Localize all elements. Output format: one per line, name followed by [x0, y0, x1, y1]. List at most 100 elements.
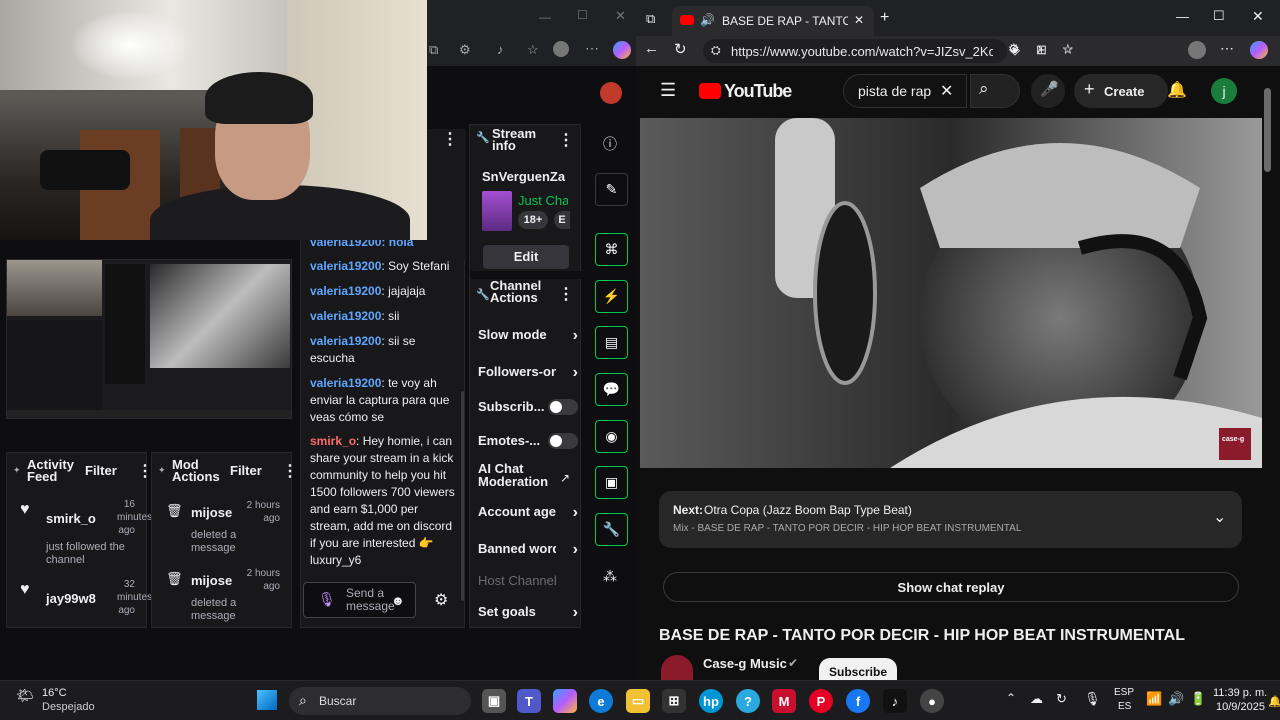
info-icon[interactable]: ⓘ	[603, 134, 617, 154]
tag-age[interactable]: 18+	[518, 211, 548, 229]
mod-user[interactable]: mijose	[191, 505, 232, 520]
apps-icon[interactable]: ⊞	[1036, 42, 1047, 58]
chat-settings-icon[interactable]: ⚙	[434, 590, 448, 610]
security-shield-icon[interactable]: M	[772, 689, 796, 713]
set-goals-row[interactable]: Set goals ›	[478, 604, 578, 621]
language-primary[interactable]: ESP	[1114, 687, 1134, 698]
activity-filter-button[interactable]: Filter	[85, 463, 117, 478]
weather-temp[interactable]: 16°C	[42, 687, 67, 699]
facebook-icon[interactable]: f	[846, 689, 870, 713]
emotes-toggle[interactable]	[548, 433, 578, 449]
tab-actions-icon[interactable]: ⧉	[646, 11, 655, 27]
chevron-down-icon[interactable]: ⌄	[1213, 507, 1226, 527]
chat-username[interactable]: valeria19200	[310, 284, 381, 298]
lightning-icon[interactable]: ⚡	[595, 280, 628, 313]
chat-username[interactable]: valeria19200	[310, 376, 381, 390]
file-explorer-icon[interactable]: ▭	[626, 689, 650, 713]
profile-avatar[interactable]	[553, 41, 569, 57]
search-button[interactable]	[970, 74, 1020, 108]
category-name[interactable]: Just Chat	[518, 193, 568, 208]
battery-icon[interactable]: 🔋	[1190, 691, 1206, 707]
mic-tray-icon[interactable]: 🎙	[1084, 691, 1101, 707]
volume-icon[interactable]: 🔊	[1168, 691, 1184, 707]
channel-name[interactable]: Case-g Music	[703, 656, 787, 671]
close-icon[interactable]: ✕	[615, 8, 626, 24]
chat-more-icon[interactable]: ⋮	[442, 129, 458, 149]
hp-icon[interactable]: hp	[699, 689, 723, 713]
clock-date[interactable]: 10/9/2025	[1216, 701, 1265, 713]
window-maximize-icon[interactable]: ☐	[1213, 8, 1225, 24]
mic-icon[interactable]: 🎙	[318, 591, 336, 608]
subscribers-toggle[interactable]	[548, 399, 578, 415]
tab-close-icon[interactable]: ✕	[854, 13, 864, 27]
mod-more-icon[interactable]: ⋮	[282, 461, 298, 481]
tag-extra[interactable]: E	[554, 211, 570, 229]
maximize-icon[interactable]: ☐	[577, 8, 588, 22]
camera-icon[interactable]: ⌘	[595, 233, 628, 266]
window-close-icon[interactable]: ✕	[1252, 8, 1264, 25]
music-icon[interactable]: ♪	[497, 42, 504, 57]
language-secondary[interactable]: ES	[1118, 701, 1131, 712]
pinterest-icon[interactable]: P	[809, 689, 833, 713]
youtube-logo-icon[interactable]	[699, 83, 721, 99]
mod-user[interactable]: mijose	[191, 573, 232, 588]
activity-user[interactable]: jay99w8	[46, 591, 96, 606]
copilot-icon[interactable]	[1250, 41, 1268, 59]
notes-icon[interactable]: ▤	[595, 326, 628, 359]
youtube-logo-text[interactable]: YouTube	[724, 81, 792, 102]
support-icon[interactable]: ?	[736, 689, 760, 713]
site-info-icon[interactable]: ⛭	[711, 43, 721, 58]
edit-button[interactable]: Edit	[483, 245, 569, 269]
teams-icon[interactable]: T	[517, 689, 541, 713]
emote-icon[interactable]: ☻	[391, 593, 405, 608]
clock-time[interactable]: 11:39 p. m.	[1213, 687, 1267, 699]
favorites-icon[interactable]: ☆	[527, 42, 539, 58]
more-icon[interactable]: ⋯	[585, 40, 599, 57]
menu-icon[interactable]: ☰	[660, 80, 676, 101]
start-icon[interactable]	[257, 690, 277, 710]
search-input[interactable]: pista de rap ✕	[843, 74, 967, 108]
emotes-only-row[interactable]: Emotes-...	[478, 433, 578, 449]
show-chat-replay-button[interactable]: Show chat replay	[663, 572, 1239, 602]
chat-input[interactable]: 🎙 Send a message ☻	[303, 582, 416, 618]
followers-only-row[interactable]: Followers-onl ›	[478, 364, 578, 382]
onedrive-icon[interactable]: ☁	[1030, 691, 1043, 707]
taskbar-search[interactable]: ⌕ Buscar	[289, 687, 471, 715]
copilot-app-icon[interactable]	[553, 689, 577, 713]
ai-chat-moderation-row[interactable]: AI Chat Moderation	[478, 462, 560, 488]
edge-icon[interactable]: e	[589, 689, 613, 713]
broadcast-icon[interactable]: ◉	[595, 420, 628, 453]
weather-icon[interactable]: 🌤	[16, 687, 34, 704]
more-icon[interactable]: ⋯	[1220, 40, 1234, 57]
wifi-icon[interactable]: 📶	[1146, 691, 1162, 707]
copilot-icon[interactable]	[613, 41, 631, 59]
speaker-icon[interactable]: 🔊	[700, 13, 715, 27]
mod-filter-button[interactable]: Filter	[230, 463, 262, 478]
screen-icon[interactable]: ▣	[595, 466, 628, 499]
wrench-icon[interactable]: 🔧	[595, 513, 628, 546]
sync-icon[interactable]: ↻	[1056, 691, 1067, 707]
tiktok-icon[interactable]: ♪	[883, 689, 907, 713]
page-scrollbar-thumb[interactable]	[1264, 88, 1271, 172]
tab-youtube[interactable]: 🔊 BASE DE RAP - TANTO POR D ✕	[672, 6, 874, 36]
chat-username[interactable]: valeria19200	[310, 259, 381, 273]
notification-icon[interactable]: 🔔	[1268, 695, 1280, 708]
video-player[interactable]: case-g	[640, 118, 1262, 468]
refresh-icon[interactable]: ↻	[674, 40, 687, 58]
url-field[interactable]: ⛭ https://www.youtube.com/watch?v=JIZsv_…	[703, 39, 1007, 63]
account-avatar[interactable]: j	[1211, 78, 1237, 104]
chat-bubble-icon[interactable]: 💬	[595, 373, 628, 406]
extensions-icon[interactable]: ⚙	[459, 42, 471, 58]
subscribe-button[interactable]: Subscribe	[819, 658, 897, 680]
split-icon[interactable]: ⧉	[429, 42, 438, 58]
channel-avatar[interactable]	[661, 655, 693, 680]
store-icon[interactable]: ⊞	[662, 689, 686, 713]
new-tab-icon[interactable]: +	[880, 9, 889, 27]
back-icon[interactable]: ←	[644, 40, 659, 57]
add-action-icon[interactable]: ⁂	[603, 568, 617, 585]
chat-scrollbar[interactable]	[461, 391, 464, 601]
read-aloud-icon[interactable]: ◈	[1010, 42, 1020, 58]
external-link-icon[interactable]: ↗	[560, 471, 570, 485]
account-age-row[interactable]: Account age r›	[478, 504, 578, 522]
bookmark-icon[interactable]: ☆	[1062, 42, 1074, 58]
